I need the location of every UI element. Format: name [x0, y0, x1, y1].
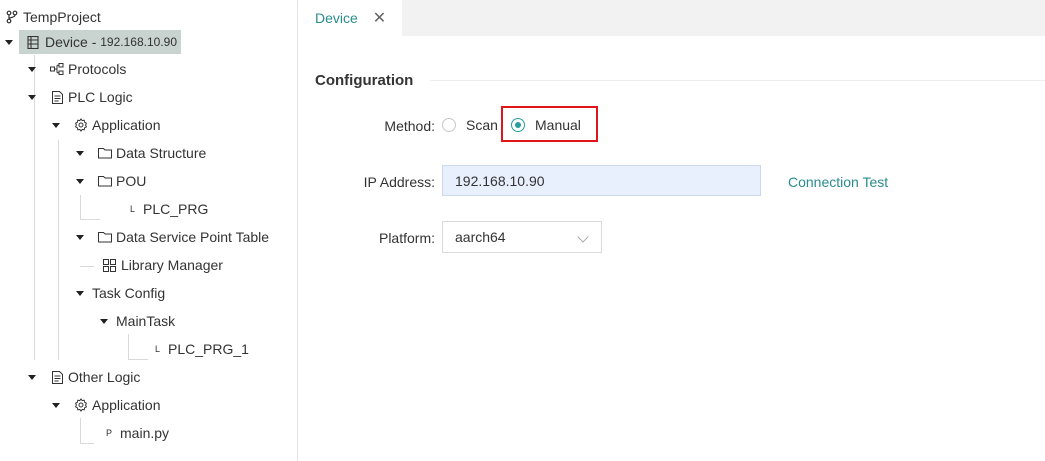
tree-item-plc-prg[interactable]: L PLC_PRG [130, 197, 208, 221]
gear-icon [74, 398, 88, 412]
protocols-icon [50, 62, 64, 76]
method-label: Method: [384, 118, 435, 134]
section-divider [430, 80, 1045, 81]
tree-item-label: Library Manager [121, 257, 223, 273]
tree-item-label: PLC Logic [68, 89, 133, 105]
tree-item-library-manager[interactable]: Library Manager [102, 253, 223, 277]
caret-down-icon[interactable] [5, 39, 13, 45]
section-title: Configuration [315, 72, 414, 89]
type-prefix-label: L [130, 204, 136, 214]
tab-label: Device [315, 10, 358, 26]
tree-guide-line [80, 266, 94, 267]
platform-select-value: aarch64 [455, 229, 506, 245]
chevron-down-icon [577, 231, 589, 243]
tree-item-label: Data Structure [116, 145, 207, 161]
tree-item-label: PLC_PRG_1 [168, 341, 249, 357]
tree-item-label: PLC_PRG [143, 201, 209, 217]
tree-item-label: MainTask [116, 313, 176, 329]
tree-item-label: Other Logic [68, 369, 141, 385]
tree-item-label: Data Service Point Table [116, 229, 270, 245]
type-prefix-label: L [155, 344, 161, 354]
platform-select[interactable]: aarch64 [442, 221, 602, 253]
tree-guide-line [128, 334, 129, 359]
caret-down-icon[interactable] [28, 66, 36, 72]
radio-scan-input[interactable] [442, 118, 456, 132]
tree-item-root[interactable]: TempProject [5, 5, 101, 29]
caret-down-icon[interactable] [52, 402, 60, 408]
tree-item-application[interactable]: Application [52, 113, 161, 137]
tree-guide-line [128, 359, 148, 360]
caret-down-icon[interactable] [76, 290, 84, 296]
tree-item-data-service-point-table[interactable]: Data Service Point Table [76, 225, 269, 249]
branch-icon [5, 10, 19, 24]
tree-item-main-py[interactable]: P main.py [106, 421, 169, 445]
radio-scan-label: Scan [466, 117, 498, 133]
ip-address-label: IP Address: [363, 174, 435, 190]
tree-item-label: Protocols [68, 61, 127, 77]
tree-guide-line [80, 219, 100, 220]
tree-item-other-logic[interactable]: Other Logic [28, 365, 140, 389]
connection-test-link[interactable]: Connection Test [788, 174, 888, 190]
caret-down-icon[interactable] [76, 178, 84, 184]
file-icon [50, 90, 64, 104]
file-icon [50, 370, 64, 384]
highlight-annotation-box [501, 106, 598, 142]
tree-item-label: Application [92, 117, 161, 133]
tree-item-plc-logic[interactable]: PLC Logic [28, 85, 133, 109]
gear-icon [74, 118, 88, 132]
tree-item-protocols[interactable]: Protocols [28, 57, 126, 81]
tree-guide-line [80, 443, 94, 444]
tree-guide-line [80, 418, 81, 443]
device-ip-label: 192.168.10.90 [100, 35, 177, 49]
tree-item-label: Device - [45, 34, 101, 50]
tree-item-task-config[interactable]: Task Config [76, 281, 165, 305]
caret-down-icon[interactable] [52, 122, 60, 128]
caret-down-icon[interactable] [76, 234, 84, 240]
project-tree-panel: TempProject Device - 192.168.10.90 Proto… [0, 0, 298, 461]
caret-down-icon[interactable] [28, 94, 36, 100]
caret-down-icon[interactable] [28, 374, 36, 380]
tree-guide-line [80, 195, 81, 220]
radio-scan[interactable]: Scan [442, 117, 498, 133]
tree-guide-line [58, 140, 59, 360]
tree-item-application-2[interactable]: Application [52, 393, 161, 417]
folder-icon [98, 146, 112, 160]
tree-item-label: Task Config [92, 285, 166, 301]
caret-down-icon[interactable] [76, 150, 84, 156]
type-prefix-label: P [106, 428, 113, 438]
platform-label: Platform: [378, 230, 435, 246]
tree-item-device[interactable]: Device - 192.168.10.90 [5, 30, 181, 54]
tree-item-label: TempProject [23, 9, 101, 25]
tab-bar: Device ✕ [298, 0, 1045, 36]
tree-item-label: main.py [120, 425, 170, 441]
tree-item-data-structure[interactable]: Data Structure [76, 141, 206, 165]
tree-item-label: POU [116, 173, 147, 189]
folder-icon [98, 174, 112, 188]
close-icon[interactable]: ✕ [373, 8, 386, 28]
tree-item-label: Application [92, 397, 161, 413]
caret-down-icon[interactable] [100, 318, 108, 324]
folder-icon [98, 230, 112, 244]
grid-icon [102, 258, 116, 272]
tab-device[interactable]: Device ✕ [298, 0, 402, 36]
tree-item-plc-prg-1[interactable]: L PLC_PRG_1 [155, 337, 249, 361]
tree-item-pou[interactable]: POU [76, 169, 146, 193]
tree-item-main-task[interactable]: MainTask [100, 309, 175, 333]
ip-address-input[interactable] [442, 165, 761, 196]
device-icon [27, 35, 39, 49]
